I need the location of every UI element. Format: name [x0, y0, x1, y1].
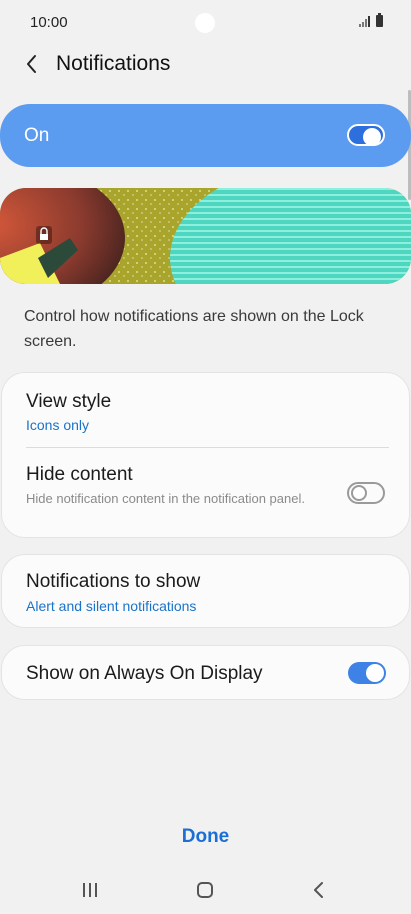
lock-screen-preview-image	[0, 188, 411, 284]
done-button[interactable]: Done	[0, 826, 411, 848]
hide-content-description: Hide notification content in the notific…	[26, 491, 305, 506]
notifications-to-show-row[interactable]: Notifications to show Alert and silent n…	[1, 554, 410, 628]
recents-icon[interactable]	[83, 883, 97, 897]
home-icon[interactable]	[197, 882, 213, 898]
notifications-to-show-title: Notifications to show	[26, 571, 201, 592]
signal-icon	[359, 15, 370, 27]
chevron-left-icon	[27, 55, 36, 73]
page-title: Notifications	[56, 52, 171, 75]
back-button[interactable]	[20, 52, 44, 76]
toggle-knob	[363, 128, 381, 146]
notifications-to-show-value: Alert and silent notifications	[26, 598, 197, 614]
always-on-display-toggle[interactable]	[348, 662, 386, 684]
view-style-title: View style	[26, 391, 112, 412]
battery-icon	[376, 13, 383, 27]
hide-content-row[interactable]: Hide content Hide notification content i…	[2, 448, 409, 538]
always-on-display-row[interactable]: Show on Always On Display	[1, 645, 410, 700]
hide-content-title: Hide content	[26, 464, 133, 485]
app-header: Notifications	[0, 44, 411, 86]
toggle-knob	[366, 664, 384, 682]
status-time: 10:00	[30, 14, 68, 31]
master-switch-label: On	[24, 125, 50, 146]
hide-content-toggle[interactable]	[347, 482, 385, 504]
system-nav-bar	[0, 870, 411, 914]
view-style-row[interactable]: View style Icons only	[2, 373, 409, 447]
toggle-knob	[351, 485, 367, 501]
settings-card-display: View style Icons only Hide content Hide …	[1, 372, 410, 538]
master-switch-bar[interactable]: On	[0, 104, 411, 167]
always-on-display-title: Show on Always On Display	[26, 663, 263, 684]
master-toggle[interactable]	[347, 124, 385, 146]
status-icons	[359, 13, 383, 27]
status-bar: 10:00	[0, 0, 411, 44]
lock-screen-description: Control how notifications are shown on t…	[24, 308, 364, 350]
nav-back-icon[interactable]	[312, 881, 326, 899]
view-style-value: Icons only	[26, 417, 90, 433]
camera-cutout	[195, 13, 215, 33]
